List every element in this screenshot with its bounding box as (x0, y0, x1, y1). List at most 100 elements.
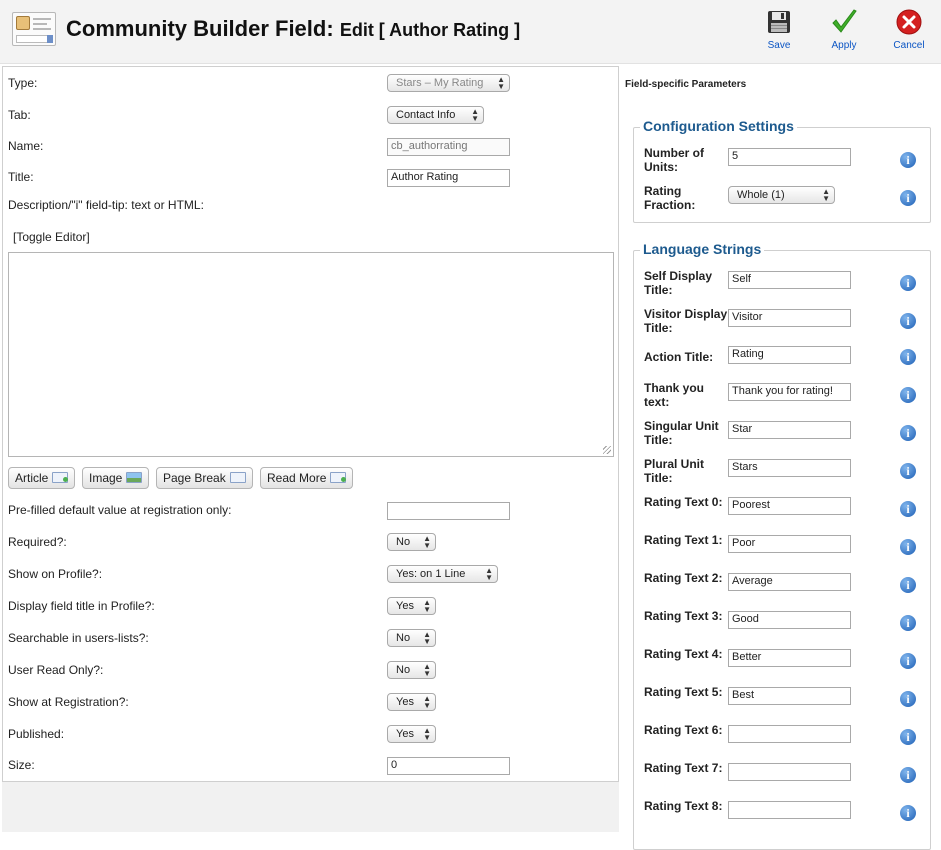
info-icon[interactable]: i (900, 729, 916, 745)
type-select-value: Stars – My Rating (396, 77, 484, 89)
field-parameters-panel: Field-specific Parameters Configuration … (619, 64, 941, 850)
required-label: Required?: (8, 535, 67, 549)
readonly-select[interactable]: No ▲ ▼ (387, 661, 436, 679)
info-icon[interactable]: i (900, 767, 916, 783)
tab-select[interactable]: Contact Info ▲ ▼ (387, 106, 484, 124)
info-icon[interactable]: i (900, 539, 916, 555)
lang-input-rating-text-4[interactable]: Better (728, 649, 851, 667)
type-label: Type: (8, 76, 38, 90)
cancel-x-icon (896, 9, 922, 35)
lang-input-singular-unit[interactable]: Star (728, 421, 851, 439)
lang-label-self-display: Self Display Title: (644, 269, 713, 297)
cancel-label: Cancel (893, 40, 925, 51)
lang-label-plural-unit: Plural Unit Title: (644, 457, 705, 485)
description-editor[interactable] (8, 252, 614, 457)
form-footer-area (2, 782, 619, 832)
select-arrows-icon: ▲ ▼ (423, 694, 431, 710)
save-button[interactable]: Save (746, 4, 812, 58)
lang-input-rating-text-5[interactable]: Best (728, 687, 851, 705)
page-title: Community Builder Field: Edit [ Author R… (66, 16, 520, 42)
searchable-select-value: No (396, 632, 411, 644)
tab-select-value: Contact Info (396, 109, 456, 121)
lang-input-rating-text-3[interactable]: Good (728, 611, 851, 629)
prefilled-label: Pre-filled default value at registration… (8, 503, 232, 517)
language-legend: Language Strings (640, 241, 765, 257)
lang-input-rating-text-1[interactable]: Poor (728, 535, 851, 553)
lang-input-rating-text-8[interactable] (728, 801, 851, 819)
info-icon[interactable]: i (900, 387, 916, 403)
page-break-icon (229, 472, 246, 483)
checkmark-icon (832, 9, 857, 33)
lang-input-visitor-display[interactable]: Visitor (728, 309, 851, 327)
fraction-select[interactable]: Whole (1) ▲ ▼ (728, 186, 835, 204)
info-icon[interactable]: i (900, 313, 916, 329)
lang-label-rating-text-0: Rating Text 0: (644, 495, 723, 509)
published-label: Published: (8, 727, 65, 741)
name-input[interactable]: cb_authorrating (387, 138, 510, 156)
published-select-value: Yes (396, 728, 414, 740)
select-arrows-icon: ▲ ▼ (423, 534, 431, 550)
units-input[interactable]: 5 (728, 148, 851, 166)
prefilled-input[interactable] (387, 502, 510, 520)
read-more-button[interactable]: Read More (260, 467, 354, 489)
page-title-main: Community Builder Field: (66, 16, 334, 41)
description-label: Description/"i" field-tip: text or HTML: (8, 198, 204, 212)
display-title-select[interactable]: Yes ▲ ▼ (387, 597, 436, 615)
title-input[interactable]: Author Rating (387, 169, 510, 187)
show-profile-select[interactable]: Yes: on 1 Line ▲ ▼ (387, 565, 498, 583)
cancel-button[interactable]: Cancel (876, 4, 941, 58)
page-break-button[interactable]: Page Break (156, 467, 253, 489)
select-arrows-icon: ▲ ▼ (485, 566, 493, 582)
select-arrows-icon: ▲ ▼ (822, 187, 830, 203)
lang-input-rating-text-2[interactable]: Average (728, 573, 851, 591)
info-icon[interactable]: i (900, 349, 916, 365)
show-registration-label: Show at Registration?: (8, 695, 129, 709)
info-icon[interactable]: i (900, 501, 916, 517)
image-icon (126, 472, 143, 483)
info-icon[interactable]: i (900, 190, 916, 206)
image-button-label: Image (89, 471, 123, 485)
lang-input-action-title[interactable]: Rating (728, 346, 851, 364)
image-button[interactable]: Image (82, 467, 150, 489)
lang-input-plural-unit[interactable]: Stars (728, 459, 851, 477)
info-icon[interactable]: i (900, 152, 916, 168)
size-input[interactable]: 0 (387, 757, 510, 775)
page-break-button-label: Page Break (163, 471, 226, 485)
field-form: Type: Stars – My Rating ▲ ▼ Tab: Contact … (2, 66, 619, 782)
select-arrows-icon: ▲ ▼ (497, 75, 505, 91)
display-title-select-value: Yes (396, 600, 414, 612)
show-registration-select-value: Yes (396, 696, 414, 708)
lang-label-rating-text-7: Rating Text 7: (644, 761, 723, 775)
info-icon[interactable]: i (900, 577, 916, 593)
toolbar-header: Community Builder Field: Edit [ Author R… (0, 0, 941, 64)
select-arrows-icon: ▲ ▼ (471, 107, 479, 123)
info-icon[interactable]: i (900, 425, 916, 441)
show-registration-select[interactable]: Yes ▲ ▼ (387, 693, 436, 711)
lang-input-rating-text-7[interactable] (728, 763, 851, 781)
required-select[interactable]: No ▲ ▼ (387, 533, 436, 551)
lang-input-thank-you[interactable]: Thank you for rating! (728, 383, 851, 401)
info-icon[interactable]: i (900, 463, 916, 479)
article-button[interactable]: Article (8, 467, 76, 489)
searchable-select[interactable]: No ▲ ▼ (387, 629, 436, 647)
info-icon[interactable]: i (900, 691, 916, 707)
floppy-disk-icon (768, 11, 790, 33)
resize-grip-icon[interactable] (603, 446, 611, 454)
published-select[interactable]: Yes ▲ ▼ (387, 725, 436, 743)
info-icon[interactable]: i (900, 275, 916, 291)
select-arrows-icon: ▲ ▼ (423, 726, 431, 742)
toggle-editor-link[interactable]: [Toggle Editor] (13, 230, 90, 244)
searchable-label: Searchable in users-lists?: (8, 631, 149, 645)
info-icon[interactable]: i (900, 653, 916, 669)
type-select[interactable]: Stars – My Rating ▲ ▼ (387, 74, 510, 92)
lang-input-rating-text-6[interactable] (728, 725, 851, 743)
apply-label: Apply (831, 40, 857, 51)
show-profile-label: Show on Profile?: (8, 567, 103, 581)
lang-input-self-display[interactable]: Self (728, 271, 851, 289)
info-icon[interactable]: i (900, 805, 916, 821)
apply-button[interactable]: Apply (811, 4, 877, 58)
info-icon[interactable]: i (900, 615, 916, 631)
lang-label-rating-text-6: Rating Text 6: (644, 723, 723, 737)
lang-input-rating-text-0[interactable]: Poorest (728, 497, 851, 515)
name-label: Name: (8, 139, 44, 153)
